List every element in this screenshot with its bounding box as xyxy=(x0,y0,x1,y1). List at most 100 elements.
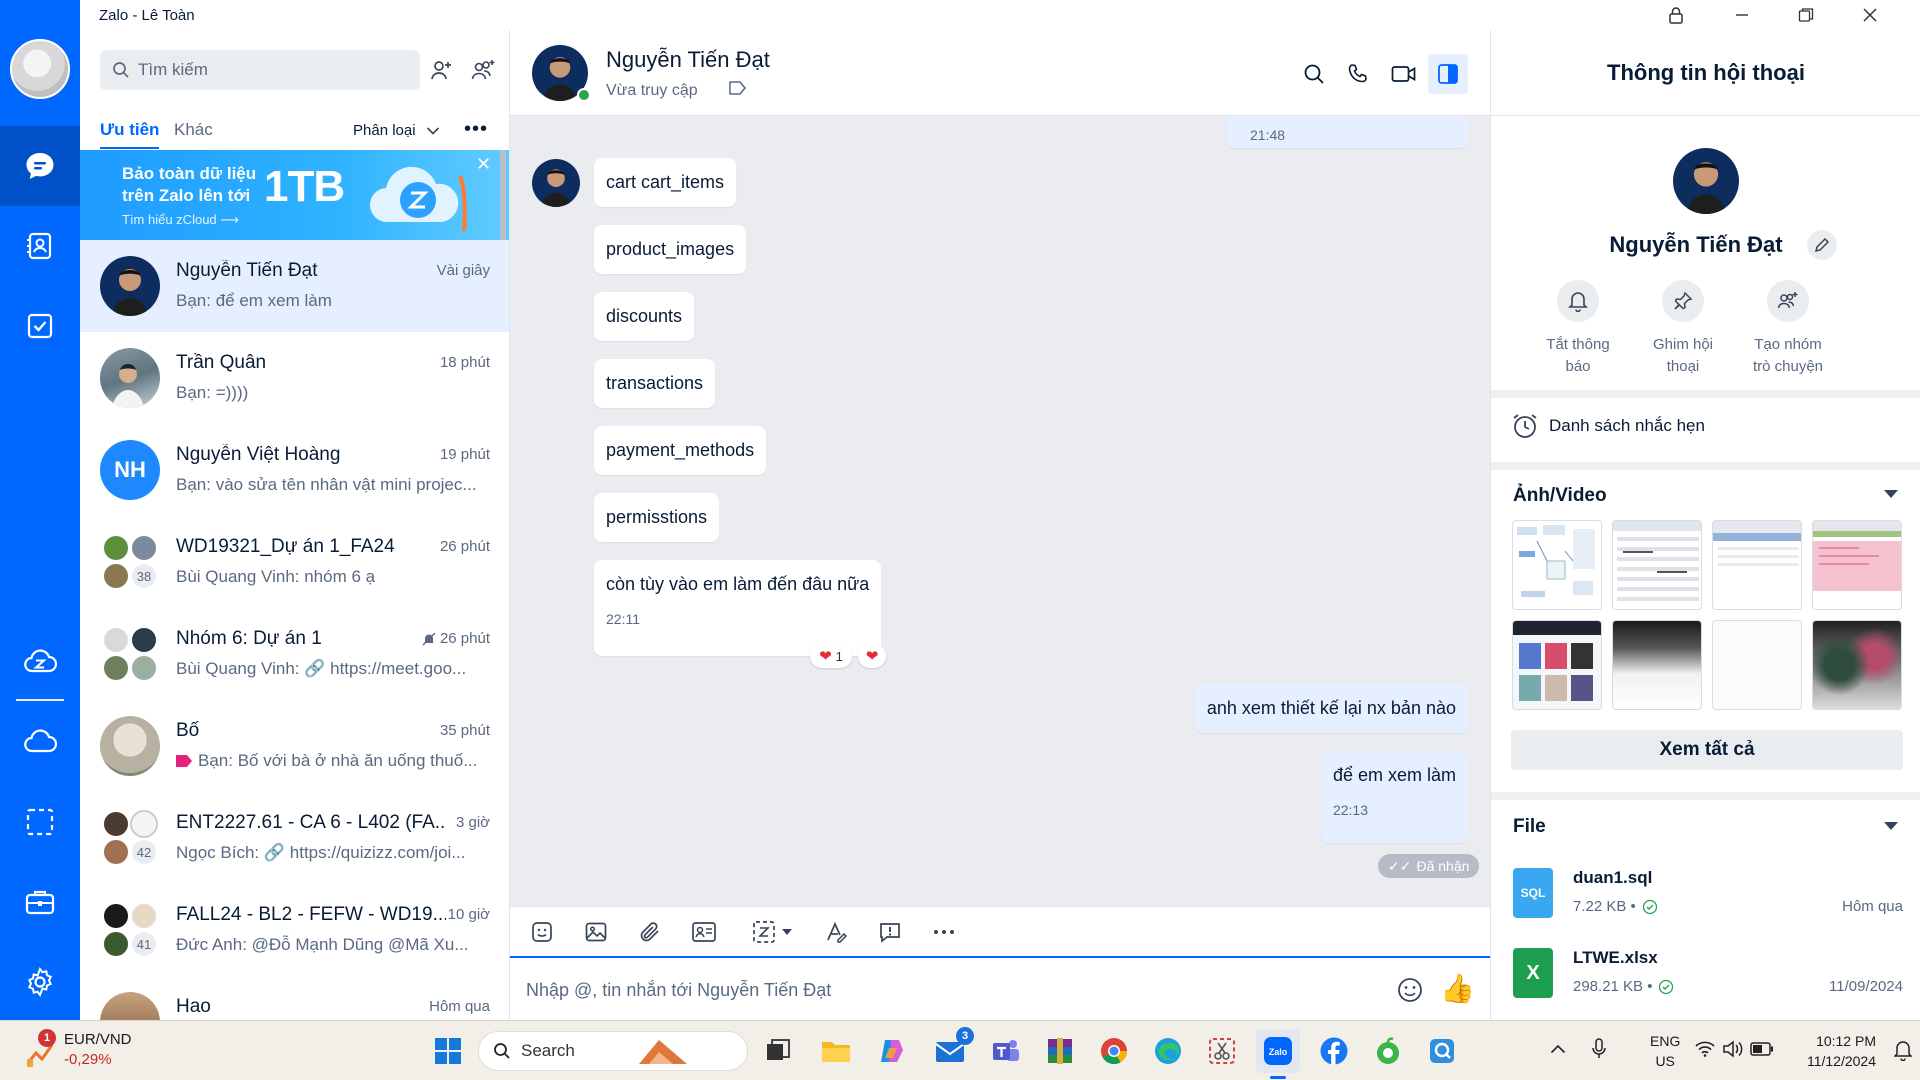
media-thumbnail[interactable] xyxy=(1712,520,1802,610)
restore-button[interactable] xyxy=(1774,0,1838,30)
text-format-button[interactable] xyxy=(818,915,854,949)
send-contact-card-button[interactable] xyxy=(686,915,722,949)
quick-like-button[interactable]: 👍 xyxy=(1440,972,1475,1005)
facebook-app[interactable] xyxy=(1312,1029,1356,1073)
chrome-app[interactable] xyxy=(1092,1029,1136,1073)
incoming-message[interactable]: product_images xyxy=(594,225,747,274)
banner-link[interactable]: Tìm hiểu zCloud ⟶ xyxy=(122,212,239,228)
incoming-message[interactable]: permisstions xyxy=(594,493,720,542)
incoming-message[interactable]: cart cart_items xyxy=(594,158,737,207)
outgoing-message[interactable]: anh xem thiết kế lại nx bản nào xyxy=(1194,684,1468,733)
nav-zcloud[interactable] xyxy=(0,622,80,702)
urgent-message-button[interactable] xyxy=(872,915,908,949)
conversation-item[interactable]: NH Nguyễn Việt Hoàng 19 phút Bạn: vào sử… xyxy=(80,424,509,516)
nav-cloud[interactable] xyxy=(0,702,80,782)
media-thumbnail[interactable] xyxy=(1612,620,1702,710)
file-item[interactable]: X LTWE.xlsx 298.21 KB • 11/09/2024 xyxy=(1513,944,1903,1014)
reaction-summary[interactable]: ❤ 1 xyxy=(810,644,852,668)
sort-dropdown[interactable]: Phân loại xyxy=(353,122,440,139)
conversation-item[interactable]: Trần Quân 18 phút Bạn: =)))) xyxy=(80,332,509,424)
profile-avatar[interactable] xyxy=(1673,148,1739,214)
message-input[interactable] xyxy=(526,976,1386,1004)
media-thumbnail[interactable] xyxy=(1512,520,1602,610)
coccoc-app[interactable] xyxy=(1366,1029,1410,1073)
add-reaction-button[interactable]: ❤ xyxy=(858,644,886,668)
incoming-message[interactable]: transactions xyxy=(594,359,716,408)
sticker-button[interactable] xyxy=(524,915,560,949)
media-thumbnail[interactable] xyxy=(1512,620,1602,710)
conversation-item[interactable]: 41 FALL24 - BL2 - FEFW - WD19... 10 giờ … xyxy=(80,884,509,976)
more-options-button[interactable]: ••• xyxy=(464,118,488,141)
video-call-button[interactable] xyxy=(1384,54,1424,94)
taskbar-search[interactable]: Search xyxy=(478,1031,748,1071)
close-window-button[interactable] xyxy=(1838,0,1902,30)
file-explorer-app[interactable] xyxy=(814,1029,858,1073)
edit-nickname-button[interactable] xyxy=(1807,230,1837,260)
conversation-item[interactable]: 38 WD19321_Dự án 1_FA24 26 phút Bùi Quan… xyxy=(80,516,509,608)
copilot-app[interactable] xyxy=(870,1029,914,1073)
media-thumbnail[interactable] xyxy=(1812,620,1902,710)
minimize-button[interactable] xyxy=(1710,0,1774,30)
zcloud-banner[interactable]: Bảo toàn dữ liệu trên Zalo lên tới 1TB T… xyxy=(80,150,509,240)
conversation-item[interactable]: Nguyễn Tiến Đạt Vài giây Bạn: để em xem … xyxy=(80,240,509,332)
see-all-media-button[interactable]: Xem tất cả xyxy=(1511,730,1903,770)
nav-contacts[interactable] xyxy=(0,206,80,286)
mail-app[interactable]: 3 xyxy=(928,1027,974,1073)
show-hidden-icons-button[interactable] xyxy=(1550,1041,1566,1059)
search-input[interactable] xyxy=(138,60,398,80)
attach-file-button[interactable] xyxy=(632,915,668,949)
input-language[interactable]: ENG US xyxy=(1650,1031,1680,1071)
emoji-button[interactable] xyxy=(1396,976,1424,1009)
nav-settings[interactable] xyxy=(0,942,80,1022)
quick-assist-app[interactable] xyxy=(1420,1029,1464,1073)
collapse-media-button[interactable] xyxy=(1883,486,1899,504)
incoming-message[interactable]: discounts xyxy=(594,292,695,341)
edge-app[interactable] xyxy=(1146,1029,1190,1073)
wifi-icon[interactable] xyxy=(1695,1041,1715,1062)
sender-avatar[interactable] xyxy=(532,159,580,207)
nav-todo[interactable] xyxy=(0,286,80,366)
volume-icon[interactable] xyxy=(1722,1040,1744,1063)
nav-screenshot[interactable] xyxy=(0,782,80,862)
reminder-list-row[interactable]: Danh sách nhắc hẹn xyxy=(1511,412,1705,440)
create-group-button[interactable] xyxy=(468,54,500,86)
start-button[interactable] xyxy=(426,1029,470,1073)
conversation-item[interactable]: Hao Hôm qua xyxy=(80,976,509,1020)
conversation-item[interactable]: Bố 35 phút Bạn: Bố với bà ở nhà ăn uống … xyxy=(80,700,509,792)
pin-conversation-action[interactable]: Ghim hội thoại xyxy=(1628,280,1738,378)
collapse-files-button[interactable] xyxy=(1883,818,1899,836)
incoming-message[interactable]: payment_methods xyxy=(594,426,767,475)
zalo-app[interactable]: Zalo xyxy=(1256,1029,1300,1079)
winrar-app[interactable] xyxy=(1038,1029,1082,1073)
add-friend-button[interactable] xyxy=(426,54,458,86)
media-thumbnail[interactable] xyxy=(1612,520,1702,610)
incoming-message[interactable]: còn tùy vào em làm đến đâu nữa 22:11 xyxy=(594,560,882,656)
more-tools-button[interactable] xyxy=(926,915,962,949)
notifications-button[interactable] xyxy=(1893,1039,1913,1066)
label-button[interactable] xyxy=(723,80,748,101)
outgoing-message[interactable]: để em xem làm 22:13 xyxy=(1320,751,1468,843)
tab-other[interactable]: Khác xyxy=(174,120,213,140)
media-thumbnail[interactable] xyxy=(1712,620,1802,710)
list-scrollbar[interactable] xyxy=(500,150,506,245)
nav-messages[interactable] xyxy=(0,126,80,206)
lock-button[interactable] xyxy=(1644,0,1708,30)
toggle-info-panel-button[interactable] xyxy=(1428,54,1468,94)
user-avatar[interactable] xyxy=(10,39,70,99)
system-clock[interactable]: 10:12 PM 11/12/2024 xyxy=(1786,1031,1876,1071)
media-thumbnail[interactable] xyxy=(1812,520,1902,610)
banner-close-button[interactable]: ✕ xyxy=(476,154,491,175)
conversation-item[interactable]: 42 ENT2227.61 - CA 6 - L402 (FA... 3 giờ… xyxy=(80,792,509,884)
file-item[interactable]: SQL duan1.sql 7.22 KB • Hôm qua xyxy=(1513,864,1903,934)
capture-screen-button[interactable] xyxy=(746,915,802,949)
tab-priority[interactable]: Ưu tiên xyxy=(100,120,160,149)
snipping-app[interactable] xyxy=(1200,1029,1244,1073)
outgoing-message-partial[interactable]: 21:48 xyxy=(1226,116,1468,148)
nav-toolbox[interactable] xyxy=(0,862,80,942)
search-in-chat-button[interactable] xyxy=(1294,54,1334,94)
microphone-button[interactable] xyxy=(1592,1038,1606,1065)
search-box[interactable] xyxy=(100,50,420,90)
teams-app[interactable] xyxy=(984,1029,1028,1073)
battery-icon[interactable] xyxy=(1750,1042,1774,1061)
send-image-button[interactable] xyxy=(578,915,614,949)
